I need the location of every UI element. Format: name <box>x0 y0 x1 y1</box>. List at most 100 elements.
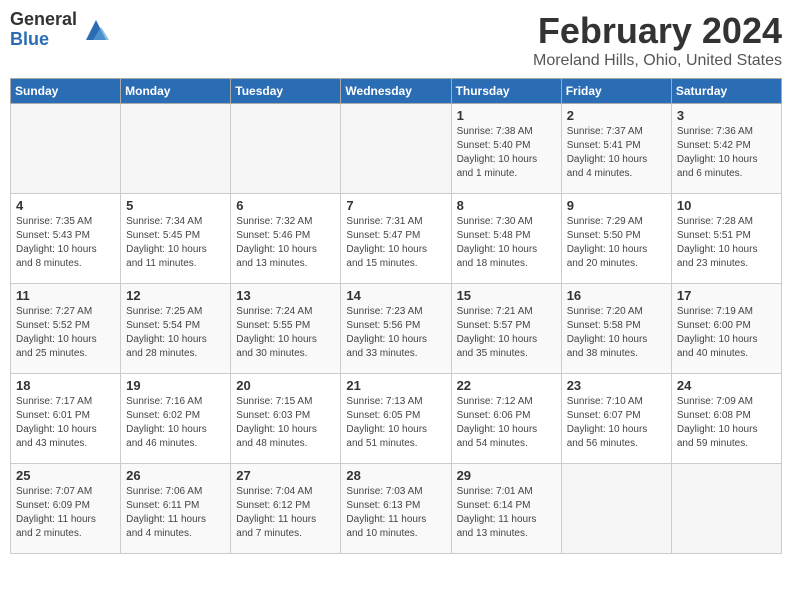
day-info: Sunrise: 7:32 AM Sunset: 5:46 PM Dayligh… <box>236 215 335 271</box>
title-block: February 2024 Moreland Hills, Ohio, Unit… <box>533 10 782 70</box>
day-info: Sunrise: 7:25 AM Sunset: 5:54 PM Dayligh… <box>126 305 225 361</box>
calendar-cell <box>341 104 451 194</box>
day-info: Sunrise: 7:36 AM Sunset: 5:42 PM Dayligh… <box>677 125 776 181</box>
calendar-cell <box>11 104 121 194</box>
calendar-cell: 7Sunrise: 7:31 AM Sunset: 5:47 PM Daylig… <box>341 194 451 284</box>
day-number: 23 <box>567 378 666 393</box>
calendar-header-row: SundayMondayTuesdayWednesdayThursdayFrid… <box>11 79 782 104</box>
calendar-cell: 23Sunrise: 7:10 AM Sunset: 6:07 PM Dayli… <box>561 374 671 464</box>
day-number: 15 <box>457 288 556 303</box>
calendar-cell: 21Sunrise: 7:13 AM Sunset: 6:05 PM Dayli… <box>341 374 451 464</box>
day-number: 8 <box>457 198 556 213</box>
calendar-cell <box>671 464 781 554</box>
day-info: Sunrise: 7:15 AM Sunset: 6:03 PM Dayligh… <box>236 395 335 451</box>
calendar-cell <box>121 104 231 194</box>
calendar-week-row: 18 Sunrise: 7:17 AM Sunset: 6:01 PM Dayli… <box>11 374 782 464</box>
calendar-cell: 20 Sunrise: 7:15 AM Sunset: 6:03 PM Dayli… <box>231 374 341 464</box>
day-info: Sunrise: 7:34 AM Sunset: 5:45 PM Dayligh… <box>126 215 225 271</box>
calendar-week-row: 11 Sunrise: 7:27 AM Sunset: 5:52 PM Dayli… <box>11 284 782 374</box>
calendar-cell: 2Sunrise: 7:37 AM Sunset: 5:41 PM Daylig… <box>561 104 671 194</box>
calendar-cell: 18 Sunrise: 7:17 AM Sunset: 6:01 PM Dayli… <box>11 374 121 464</box>
day-info: Sunrise: 7:09 AM Sunset: 6:08 PM Dayligh… <box>677 395 776 451</box>
calendar-cell <box>231 104 341 194</box>
day-info: Sunrise: 7:35 AM Sunset: 5:43 PM Dayligh… <box>16 215 115 271</box>
day-info: Sunrise: 7:24 AM Sunset: 5:55 PM Dayligh… <box>236 305 335 361</box>
day-number: 27 <box>236 468 335 483</box>
day-info: Sunrise: 7:21 AM Sunset: 5:57 PM Dayligh… <box>457 305 556 361</box>
logo: General Blue <box>10 10 111 50</box>
day-number: 3 <box>677 108 776 123</box>
calendar-cell: 25 Sunrise: 7:07 AM Sunset: 6:09 PM Dayli… <box>11 464 121 554</box>
calendar-week-row: 25 Sunrise: 7:07 AM Sunset: 6:09 PM Dayli… <box>11 464 782 554</box>
calendar-cell: 6 Sunrise: 7:32 AM Sunset: 5:46 PM Daylig… <box>231 194 341 284</box>
calendar-cell: 15 Sunrise: 7:21 AM Sunset: 5:57 PM Dayli… <box>451 284 561 374</box>
logo-general: General <box>10 10 77 30</box>
day-info: Sunrise: 7:37 AM Sunset: 5:41 PM Dayligh… <box>567 125 666 181</box>
day-info: Sunrise: 7:13 AM Sunset: 6:05 PM Dayligh… <box>346 395 445 451</box>
logo-icon <box>81 15 111 45</box>
day-number: 25 <box>16 468 115 483</box>
day-info: Sunrise: 7:28 AM Sunset: 5:51 PM Dayligh… <box>677 215 776 271</box>
day-header-tuesday: Tuesday <box>231 79 341 104</box>
day-number: 26 <box>126 468 225 483</box>
calendar-cell: 10 Sunrise: 7:28 AM Sunset: 5:51 PM Dayli… <box>671 194 781 284</box>
day-number: 6 <box>236 198 335 213</box>
logo-text: General Blue <box>10 10 77 50</box>
day-number: 18 <box>16 378 115 393</box>
calendar-cell: 24 Sunrise: 7:09 AM Sunset: 6:08 PM Dayli… <box>671 374 781 464</box>
location-title: Moreland Hills, Ohio, United States <box>533 52 782 70</box>
day-number: 12 <box>126 288 225 303</box>
day-number: 22 <box>457 378 556 393</box>
day-header-friday: Friday <box>561 79 671 104</box>
day-number: 28 <box>346 468 445 483</box>
logo-blue: Blue <box>10 30 77 50</box>
day-header-thursday: Thursday <box>451 79 561 104</box>
day-number: 1 <box>457 108 556 123</box>
day-number: 7 <box>346 198 445 213</box>
day-info: Sunrise: 7:01 AM Sunset: 6:14 PM Dayligh… <box>457 485 556 541</box>
calendar-cell: 28Sunrise: 7:03 AM Sunset: 6:13 PM Dayli… <box>341 464 451 554</box>
calendar-week-row: 1 Sunrise: 7:38 AM Sunset: 5:40 PM Daylig… <box>11 104 782 194</box>
day-info: Sunrise: 7:16 AM Sunset: 6:02 PM Dayligh… <box>126 395 225 451</box>
calendar-cell: 8 Sunrise: 7:30 AM Sunset: 5:48 PM Daylig… <box>451 194 561 284</box>
day-number: 10 <box>677 198 776 213</box>
day-number: 24 <box>677 378 776 393</box>
day-info: Sunrise: 7:27 AM Sunset: 5:52 PM Dayligh… <box>16 305 115 361</box>
calendar-cell: 3 Sunrise: 7:36 AM Sunset: 5:42 PM Daylig… <box>671 104 781 194</box>
day-header-wednesday: Wednesday <box>341 79 451 104</box>
day-info: Sunrise: 7:12 AM Sunset: 6:06 PM Dayligh… <box>457 395 556 451</box>
calendar-cell: 11 Sunrise: 7:27 AM Sunset: 5:52 PM Dayli… <box>11 284 121 374</box>
day-info: Sunrise: 7:20 AM Sunset: 5:58 PM Dayligh… <box>567 305 666 361</box>
calendar-cell: 29 Sunrise: 7:01 AM Sunset: 6:14 PM Dayli… <box>451 464 561 554</box>
day-header-sunday: Sunday <box>11 79 121 104</box>
calendar-cell: 17 Sunrise: 7:19 AM Sunset: 6:00 PM Dayli… <box>671 284 781 374</box>
day-number: 29 <box>457 468 556 483</box>
day-info: Sunrise: 7:38 AM Sunset: 5:40 PM Dayligh… <box>457 125 556 181</box>
day-info: Sunrise: 7:19 AM Sunset: 6:00 PM Dayligh… <box>677 305 776 361</box>
day-info: Sunrise: 7:17 AM Sunset: 6:01 PM Dayligh… <box>16 395 115 451</box>
calendar-cell: 5 Sunrise: 7:34 AM Sunset: 5:45 PM Daylig… <box>121 194 231 284</box>
day-info: Sunrise: 7:04 AM Sunset: 6:12 PM Dayligh… <box>236 485 335 541</box>
page-header: General Blue February 2024 Moreland Hill… <box>10 10 782 70</box>
calendar-table: SundayMondayTuesdayWednesdayThursdayFrid… <box>10 78 782 554</box>
day-number: 20 <box>236 378 335 393</box>
day-number: 17 <box>677 288 776 303</box>
day-info: Sunrise: 7:06 AM Sunset: 6:11 PM Dayligh… <box>126 485 225 541</box>
calendar-week-row: 4Sunrise: 7:35 AM Sunset: 5:43 PM Daylig… <box>11 194 782 284</box>
day-info: Sunrise: 7:07 AM Sunset: 6:09 PM Dayligh… <box>16 485 115 541</box>
calendar-cell: 12 Sunrise: 7:25 AM Sunset: 5:54 PM Dayli… <box>121 284 231 374</box>
day-number: 13 <box>236 288 335 303</box>
day-number: 16 <box>567 288 666 303</box>
day-number: 5 <box>126 198 225 213</box>
day-number: 11 <box>16 288 115 303</box>
calendar-cell: 22 Sunrise: 7:12 AM Sunset: 6:06 PM Dayli… <box>451 374 561 464</box>
calendar-cell: 9Sunrise: 7:29 AM Sunset: 5:50 PM Daylig… <box>561 194 671 284</box>
day-number: 14 <box>346 288 445 303</box>
month-title: February 2024 <box>533 10 782 52</box>
calendar-cell <box>561 464 671 554</box>
day-number: 19 <box>126 378 225 393</box>
calendar-cell: 1 Sunrise: 7:38 AM Sunset: 5:40 PM Daylig… <box>451 104 561 194</box>
calendar-cell: 26 Sunrise: 7:06 AM Sunset: 6:11 PM Dayli… <box>121 464 231 554</box>
day-info: Sunrise: 7:30 AM Sunset: 5:48 PM Dayligh… <box>457 215 556 271</box>
calendar-cell: 19 Sunrise: 7:16 AM Sunset: 6:02 PM Dayli… <box>121 374 231 464</box>
